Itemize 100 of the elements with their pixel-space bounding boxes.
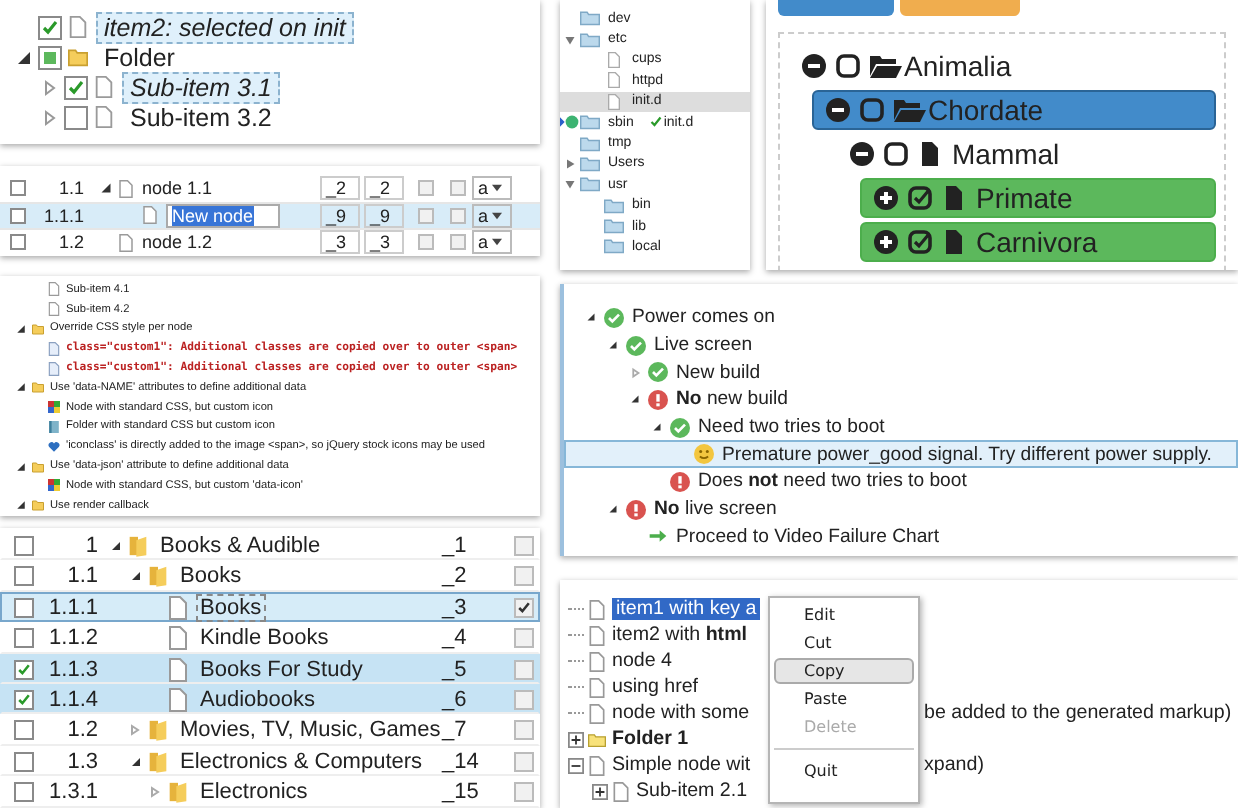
checkbox[interactable] — [14, 597, 34, 618]
plus-circle-icon[interactable] — [874, 186, 898, 210]
checkbox[interactable] — [860, 98, 884, 122]
collapsed-triangle-icon[interactable] — [628, 365, 642, 380]
expanded-triangle-icon[interactable] — [16, 49, 32, 65]
minus-box-icon[interactable] — [568, 757, 584, 773]
edit-field[interactable]: New node — [166, 203, 280, 228]
tree-row[interactable]: Proceed to Video Failure Chart — [564, 523, 1238, 551]
tree-row[interactable]: No live screen — [564, 495, 1238, 523]
text-field[interactable]: _9 — [320, 203, 360, 228]
node-label[interactable]: Sub-item 3.2 — [122, 101, 280, 133]
text-field[interactable]: _2 — [364, 176, 404, 201]
table-row[interactable]: 1.1.4 Audiobooks _6 — [0, 683, 540, 715]
tree-row[interactable]: Does not need two tries to boot — [564, 468, 1238, 496]
checkbox[interactable] — [908, 186, 932, 210]
collapsed-triangle-icon[interactable] — [564, 157, 576, 170]
collapsed-triangle-icon[interactable] — [42, 79, 58, 95]
checkbox[interactable] — [14, 659, 34, 680]
checkbox[interactable] — [14, 566, 34, 587]
expanded-triangle-icon[interactable] — [16, 382, 26, 393]
checkbox[interactable] — [514, 536, 534, 556]
checkbox[interactable] — [836, 54, 860, 78]
select-dropdown[interactable]: a — [472, 230, 512, 255]
checkbox[interactable] — [450, 207, 466, 224]
checkbox[interactable] — [514, 689, 534, 710]
checkbox[interactable] — [514, 566, 534, 587]
table-row[interactable]: 1.1.1 New node _9 _9 a — [0, 203, 540, 230]
text-field[interactable]: _9 — [364, 203, 404, 228]
plus-box-icon[interactable] — [568, 731, 584, 747]
checkbox[interactable] — [14, 720, 34, 741]
checkbox[interactable] — [14, 628, 34, 649]
tree-row[interactable]: New build — [564, 358, 1238, 387]
expanded-triangle-icon[interactable] — [16, 461, 26, 472]
table-row[interactable]: 1.3.1 Electronics _15 — [0, 776, 540, 808]
collapsed-triangle-icon[interactable] — [126, 722, 142, 739]
checkbox[interactable] — [14, 689, 34, 710]
menu-item[interactable]: Cut — [774, 630, 914, 656]
checkbox[interactable] — [514, 597, 534, 618]
node-label[interactable]: Folder 1 — [612, 728, 689, 750]
minus-circle-icon[interactable] — [850, 142, 874, 166]
menu-item[interactable]: Paste — [774, 686, 914, 712]
checkbox[interactable] — [908, 230, 932, 254]
node-label[interactable]: item1 with key a — [612, 598, 761, 620]
tree-row[interactable]: Chordate — [812, 90, 1216, 130]
table-row[interactable]: 1.3 Electronics & Computers _14 — [0, 745, 540, 777]
select-dropdown[interactable]: a — [472, 176, 512, 201]
text-field[interactable]: _2 — [320, 176, 360, 201]
menu-item[interactable]: Quit — [774, 758, 914, 784]
text-field[interactable]: _3 — [320, 230, 360, 255]
tree-row[interactable]: Carnivora — [860, 222, 1216, 262]
expanded-triangle-icon[interactable] — [606, 338, 620, 353]
tree-row[interactable]: Power comes on — [564, 304, 1238, 332]
minus-circle-icon[interactable] — [826, 98, 850, 122]
table-row[interactable]: 1.1.1 Books _3 — [0, 591, 540, 623]
checkbox[interactable] — [418, 180, 434, 197]
checkbox[interactable] — [64, 75, 88, 99]
checkbox[interactable] — [38, 15, 62, 39]
checkbox[interactable] — [514, 628, 534, 649]
plus-box-icon[interactable] — [592, 783, 608, 799]
checkbox[interactable] — [450, 180, 466, 197]
table-row[interactable]: 1.2 Movies, TV, Music, Games_7 — [0, 714, 540, 746]
expanded-triangle-icon[interactable] — [16, 323, 26, 334]
node-label[interactable]: using href — [612, 676, 699, 698]
checkbox[interactable] — [10, 180, 26, 197]
checkbox[interactable] — [514, 720, 534, 741]
text-field[interactable]: _3 — [364, 230, 404, 255]
node-label[interactable]: Folder — [96, 41, 183, 73]
node-label[interactable]: node with some — [612, 702, 750, 724]
checkbox[interactable] — [64, 105, 88, 129]
collapsed-triangle-icon[interactable] — [42, 109, 58, 125]
checkbox[interactable] — [418, 207, 434, 224]
checkbox[interactable] — [450, 234, 466, 251]
expanded-triangle-icon[interactable] — [650, 420, 664, 435]
checkbox[interactable] — [10, 234, 26, 251]
node-label[interactable]: item2: selected on init — [96, 11, 354, 43]
node-label[interactable]: Sub-item 3.1 — [122, 71, 280, 103]
tree-row[interactable]: Mammal — [836, 134, 1216, 174]
minus-circle-icon[interactable] — [802, 54, 826, 78]
tree-row[interactable]: No new build — [564, 386, 1238, 414]
checkbox[interactable] — [14, 536, 34, 556]
checkbox[interactable] — [884, 142, 908, 166]
tree-row[interactable]: Premature power_good signal. Try different power supply. — [564, 440, 1238, 469]
node-label[interactable]: Simple node wit — [612, 754, 751, 776]
checkbox[interactable] — [14, 751, 34, 772]
tree-row[interactable]: Animalia — [788, 46, 1216, 86]
checkbox[interactable] — [514, 782, 534, 803]
plus-circle-icon[interactable] — [874, 230, 898, 254]
collapsed-triangle-icon[interactable] — [146, 784, 162, 801]
expanded-triangle-icon[interactable] — [628, 392, 642, 407]
checkbox[interactable] — [514, 659, 534, 680]
checkbox[interactable] — [10, 207, 26, 224]
node-label[interactable]: node 4 — [612, 650, 672, 672]
table-row[interactable]: 1 Books & Audible _1 — [0, 530, 540, 561]
expanded-triangle-icon[interactable] — [584, 310, 598, 325]
node-label[interactable]: item2 with html — [612, 624, 748, 646]
checkbox[interactable] — [418, 234, 434, 251]
expanded-triangle-icon[interactable] — [606, 502, 620, 517]
table-row[interactable]: 1.1.3 Books For Study _5 — [0, 653, 540, 684]
node-label[interactable]: Sub-item 2.1 — [636, 780, 748, 802]
checkbox[interactable] — [514, 751, 534, 772]
